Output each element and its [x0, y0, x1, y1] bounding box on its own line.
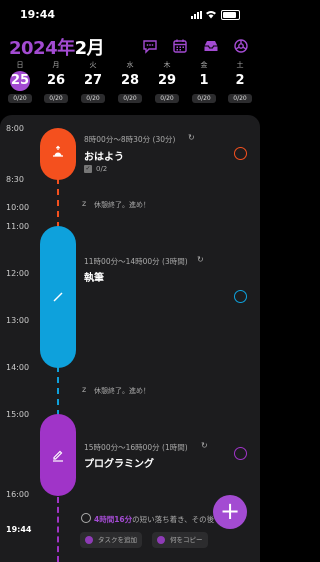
copy-button[interactable]: 何をコピー [152, 532, 208, 548]
pen-icon [53, 292, 63, 302]
task-title: 執筆 [84, 273, 104, 284]
weekday-label: 金 [200, 61, 208, 69]
day-cell[interactable]: 火 27 0/20 [78, 60, 108, 103]
time-label: 14:00 [6, 363, 30, 372]
break-icon: z [82, 385, 87, 394]
month-title[interactable]: 2024年2月 [9, 34, 105, 60]
chat-icon[interactable] [142, 38, 158, 54]
time-label: 11:00 [6, 222, 30, 231]
pencil-icon [53, 450, 63, 462]
calendar-icon[interactable] [172, 38, 188, 54]
add-task-button[interactable]: タスクを追加 [80, 532, 142, 548]
subtask-count: 0/2 [96, 165, 108, 173]
time-label: 16:00 [6, 490, 30, 499]
task-time-range: 8時00分～8時30分 (30分) [84, 135, 176, 144]
task-pill-shippitsu[interactable] [40, 226, 76, 368]
week-strip: 日 25 0/20 月 26 0/20 火 27 0/20 水 28 0/20 … [0, 60, 260, 110]
repeat-icon: ↻ [201, 441, 208, 450]
time-label: 8:30 [6, 175, 24, 184]
status-time: 19:44 [20, 8, 56, 21]
task-count-badge: 0/20 [228, 94, 252, 103]
time-label: 13:00 [6, 316, 30, 325]
weekday-label: 木 [163, 61, 171, 69]
subtask-checkbox-icon: ✓ [84, 165, 92, 173]
clock-icon [81, 513, 91, 523]
date-number: 1 [199, 73, 209, 88]
timeline-connector [57, 366, 59, 416]
cellular-signal-icon [191, 11, 204, 19]
settings-icon[interactable] [233, 38, 249, 54]
weekday-label: 火 [89, 61, 97, 69]
task-count-badge: 0/20 [44, 94, 68, 103]
task-time-range: 11時00分～14時00分 (3時間) [84, 257, 188, 266]
date-number: 26 [46, 73, 66, 88]
status-bar: 19:44 [0, 0, 260, 30]
add-circle-icon [85, 536, 93, 544]
task-title: プログラミング [84, 459, 154, 470]
task-pill-ohayou[interactable] [40, 128, 76, 180]
plus-icon: + [219, 497, 241, 525]
wifi-icon [206, 11, 216, 19]
timeline-connector [57, 178, 59, 228]
add-fab-button[interactable]: + [213, 495, 247, 529]
battery-icon [221, 10, 240, 20]
copy-icon [157, 536, 165, 544]
day-cell[interactable]: 月 26 0/20 [41, 60, 71, 103]
date-number: 27 [83, 73, 103, 88]
weekday-label: 土 [236, 61, 244, 69]
task-count-badge: 0/20 [81, 94, 105, 103]
time-label: 15:00 [6, 410, 30, 419]
repeat-icon: ↻ [188, 133, 195, 142]
free-time-message: 4時間16分の短い落ち着き、その後 [94, 514, 229, 525]
task-time-range: 15時00分～16時00分 (1時間) [84, 443, 188, 452]
date-number: 28 [120, 73, 140, 88]
day-cell[interactable]: 金 1 0/20 [189, 60, 219, 103]
task-count-badge: 0/20 [192, 94, 216, 103]
calendar-header: 2024年2月 [0, 34, 260, 60]
task-count-badge: 0/20 [155, 94, 179, 103]
current-time-label: 19:44 [6, 525, 32, 534]
weekday-label: 月 [52, 61, 60, 69]
inbox-icon[interactable] [203, 38, 219, 54]
free-time-value: 4時間16分 [94, 515, 133, 524]
sunrise-icon [53, 145, 63, 157]
task-title: おはよう [84, 152, 124, 163]
timeline-connector [57, 497, 59, 562]
time-label: 10:00 [6, 203, 30, 212]
task-pill-programming[interactable] [40, 414, 76, 496]
weekday-label: 日 [16, 61, 24, 69]
break-message: 休憩終了。進め！ [94, 387, 150, 395]
day-cell[interactable]: 木 29 0/20 [152, 60, 182, 103]
task-complete-checkbox[interactable] [234, 147, 247, 160]
repeat-icon: ↻ [197, 255, 204, 264]
day-cell[interactable]: 土 2 0/20 [225, 60, 255, 103]
break-icon: z [82, 199, 87, 208]
task-complete-checkbox[interactable] [234, 290, 247, 303]
day-cell[interactable]: 水 28 0/20 [115, 60, 145, 103]
time-label: 12:00 [6, 269, 30, 278]
break-message: 休憩終了。進め！ [94, 201, 150, 209]
day-cell[interactable]: 日 25 0/20 [5, 60, 35, 103]
task-complete-checkbox[interactable] [234, 447, 247, 460]
task-count-badge: 0/20 [118, 94, 142, 103]
date-number: 2 [235, 73, 245, 88]
task-count-badge: 0/20 [8, 94, 32, 103]
weekday-label: 水 [126, 61, 134, 69]
date-number: 25 [10, 71, 30, 91]
time-label: 8:00 [6, 124, 24, 133]
date-number: 29 [157, 73, 177, 88]
free-time-text: の短い落ち着き、その後 [132, 515, 215, 524]
